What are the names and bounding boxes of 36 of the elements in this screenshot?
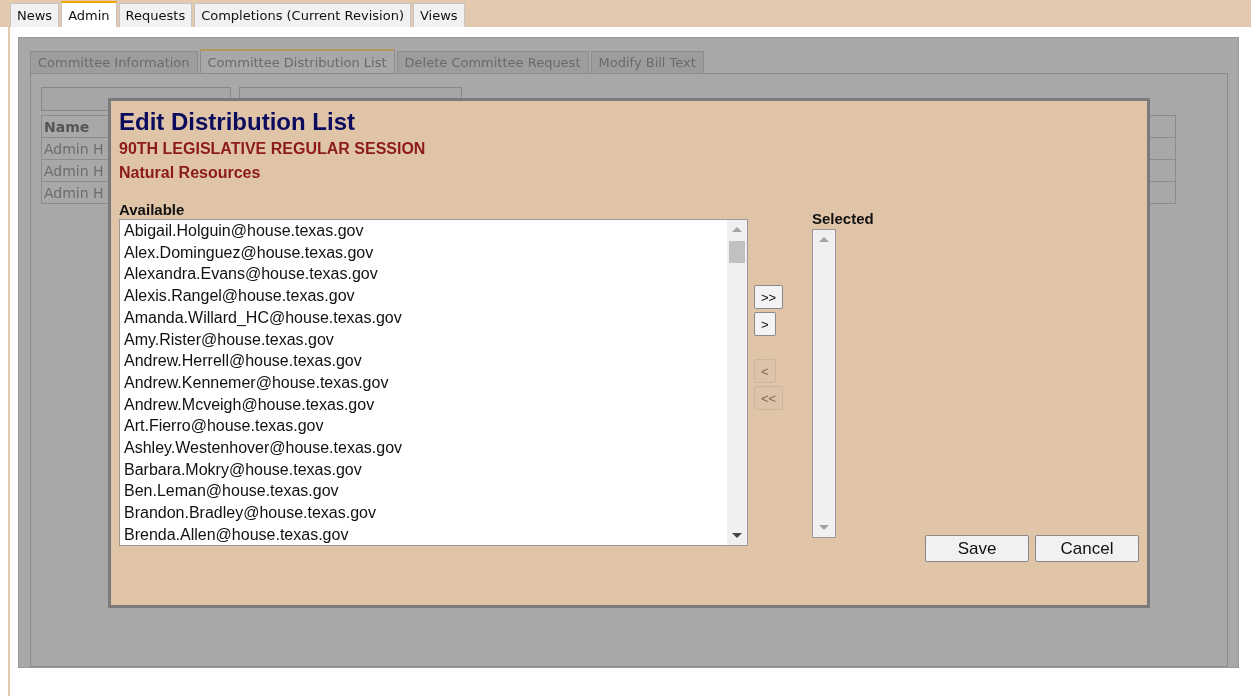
list-item[interactable]: Andrew.Herrell@house.texas.gov	[124, 350, 362, 372]
list-item[interactable]: Barbara.Mokry@house.texas.gov	[124, 458, 362, 481]
table-cell-text: Admin H	[43, 184, 104, 201]
list-item[interactable]: Ben.Leman@house.texas.gov	[124, 480, 339, 503]
session-name: 90TH LEGISLATIVE REGULAR SESSION	[119, 139, 427, 159]
available-listbox[interactable]	[119, 219, 748, 546]
list-label: Selected	[812, 210, 874, 228]
list-item[interactable]: Art.Fierro@house.texas.gov	[124, 415, 324, 438]
list-item[interactable]: Ashley.Westenhover@house.texas.gov	[124, 437, 403, 459]
dialog-title: Edit Distribution List	[119, 107, 356, 137]
list-item[interactable]: Andrew.Mcveigh@house.texas.gov	[124, 393, 375, 416]
table-cell-text: Admin H	[43, 162, 104, 179]
main-tab[interactable]: Admin	[61, 1, 117, 27]
main-tab[interactable]: Views	[412, 3, 465, 27]
list-item[interactable]: Brenda.Allen@house.texas.gov	[124, 523, 349, 546]
list-item[interactable]: Alexis.Rangel@house.texas.gov	[124, 285, 355, 307]
committee-name: Natural Resources	[119, 163, 262, 183]
list-item[interactable]: Amy.Rister@house.texas.gov	[124, 328, 334, 351]
dialog-button[interactable]: Cancel	[1035, 535, 1139, 562]
table-cell-text: Admin H	[43, 140, 104, 157]
list-label: Available	[119, 201, 186, 219]
column-header: Name	[43, 118, 90, 135]
list-item[interactable]: Amanda.Willard_HC@house.texas.gov	[124, 306, 402, 329]
scrollbar[interactable]	[727, 220, 747, 545]
main-tab[interactable]: Completions (Current Revision)	[194, 3, 411, 27]
selected-listbox[interactable]	[812, 229, 836, 538]
main-tab[interactable]: News	[10, 3, 60, 27]
list-item[interactable]: Abigail.Holguin@house.texas.gov	[124, 220, 364, 242]
main-tab[interactable]: Requests	[118, 3, 193, 27]
transfer-button[interactable]: >>	[754, 285, 784, 309]
list-item[interactable]: Alexandra.Evans@house.texas.gov	[124, 263, 378, 286]
list-item[interactable]: Andrew.Kennemer@house.texas.gov	[124, 371, 389, 394]
dialog-button[interactable]: Save	[925, 535, 1029, 562]
transfer-button[interactable]: >	[754, 312, 776, 336]
list-item[interactable]: Alex.Dominguez@house.texas.gov	[124, 241, 374, 264]
list-item[interactable]: Brandon.Bradley@house.texas.gov	[124, 502, 376, 524]
